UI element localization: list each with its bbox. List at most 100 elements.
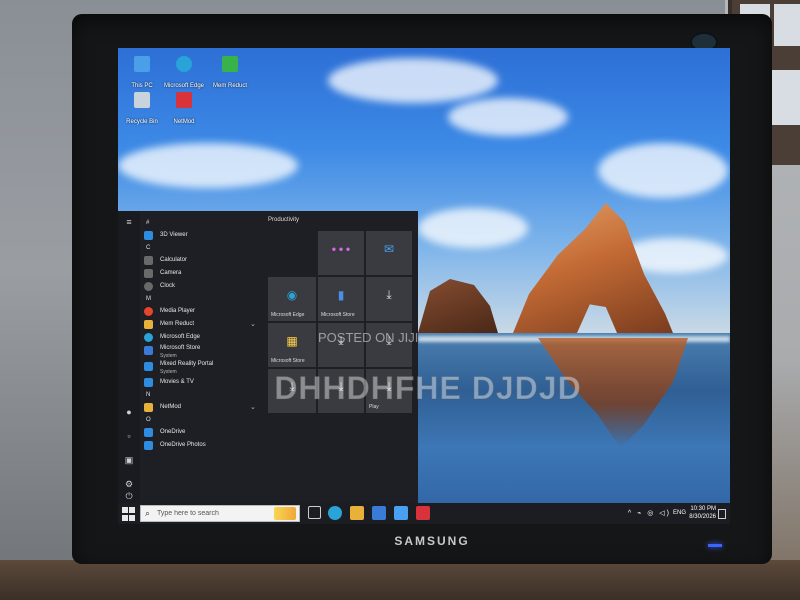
tray-icons[interactable]: ^ ⌁ ◎ ◁) — [628, 509, 671, 517]
app-label: Camera — [160, 270, 182, 276]
clock-date: 8/30/2026 — [689, 514, 716, 520]
clock-icon — [144, 282, 153, 291]
desktop-icon-label: Mem Reduct — [212, 83, 247, 89]
power-icon[interactable]: ⏻ — [124, 491, 134, 501]
edge-icon: ◉ — [286, 287, 298, 302]
clock[interactable]: 10:30 PM 8/30/2026 — [689, 505, 716, 521]
app-label: Calculator — [160, 257, 188, 263]
desktop-icon-label: NetMod — [173, 119, 195, 125]
notification-icon[interactable] — [718, 509, 726, 519]
app-item-onedrive-photos[interactable]: OneDrive Photos — [142, 439, 272, 452]
user-avatar-icon[interactable]: ● — [124, 407, 134, 417]
camera-icon — [144, 269, 153, 278]
pictures-icon[interactable]: ▣ — [124, 455, 134, 465]
clock-time: 10:30 PM — [690, 506, 716, 512]
mixed-reality-icon — [144, 362, 153, 371]
tile-microsoft-store-top[interactable]: ▮ Microsoft Store — [318, 277, 364, 321]
desktop-icon-label: Recycle Bin — [126, 119, 158, 125]
memreduct-icon — [222, 56, 238, 72]
mail-icon: ✉ — [383, 241, 395, 256]
edge-icon — [176, 56, 192, 72]
watermark: DHHDHFHE DJDJD — [274, 370, 582, 407]
mail-icon[interactable] — [394, 506, 408, 520]
app-item-camera[interactable]: Camera — [142, 267, 272, 280]
documents-icon[interactable]: ▫ — [124, 431, 134, 441]
photos-icon — [144, 441, 153, 450]
floor — [0, 560, 800, 600]
desktop-icon-netmod[interactable]: NetMod — [162, 92, 206, 128]
edge-icon[interactable] — [328, 506, 342, 520]
hamburger-menu-icon[interactable]: ≡ — [124, 217, 134, 227]
app-list: # 3D Viewer C Calculator Camera Clock M … — [142, 217, 272, 452]
app-sublabel: System — [160, 353, 177, 359]
desktop-icon-label: This PC — [131, 83, 153, 89]
app-item-onedrive[interactable]: OneDrive — [142, 426, 272, 439]
tile-mail[interactable]: ✉ — [366, 231, 412, 275]
desktop-icon-this-pc[interactable]: This PC — [120, 56, 164, 92]
tile-office-apps[interactable]: ● ● ● — [318, 231, 364, 275]
start-rail: ≡ ● ▫ ▣ ⚙ ⏻ — [118, 211, 140, 503]
tile-microsoft-store[interactable]: ▦ Microsoft Store — [268, 323, 316, 367]
store-icon — [144, 346, 153, 355]
section-letter[interactable]: C — [142, 242, 272, 254]
start-menu: ≡ ● ▫ ▣ ⚙ ⏻ # 3D Viewer C Calculator Cam… — [118, 211, 418, 503]
app-item-clock[interactable]: Clock — [142, 280, 272, 293]
folder-icon — [144, 320, 153, 329]
netmod-icon — [176, 92, 192, 108]
power-led — [708, 544, 722, 547]
folder-icon — [144, 403, 153, 412]
office-icons-tile: ● ● ● — [331, 244, 351, 254]
search-highlight-icon[interactable] — [274, 507, 296, 520]
tile-microsoft-edge[interactable]: ◉ Microsoft Edge — [268, 277, 316, 321]
app-label: Mem Reduct — [160, 321, 195, 327]
search-input[interactable] — [157, 508, 277, 519]
store-icon: ▮ — [337, 287, 345, 302]
app-label: Clock — [160, 283, 176, 289]
app-label: Microsoft Store — [160, 345, 201, 351]
tile-label: Microsoft Store — [271, 358, 305, 364]
tile-label: Microsoft Store — [321, 312, 355, 318]
taskbar-search[interactable]: ⌕ — [140, 505, 300, 522]
app-label: 3D Viewer — [160, 232, 188, 238]
start-button[interactable] — [122, 507, 136, 521]
desktop-icon-recycle-bin[interactable]: Recycle Bin — [120, 92, 164, 128]
app-item-mem-reduct[interactable]: Mem Reduct ⌄ — [142, 318, 272, 331]
section-letter[interactable]: M — [142, 293, 272, 305]
search-icon: ⌕ — [145, 508, 151, 518]
desktop-icon-mem-reduct[interactable]: Mem Reduct — [208, 56, 252, 92]
computer-icon — [134, 56, 150, 72]
cube-icon — [144, 231, 153, 240]
download-icon: ⤓ — [386, 287, 392, 302]
tiles-group-title[interactable]: Productivity — [268, 217, 299, 223]
section-letter[interactable]: O — [142, 414, 272, 426]
onedrive-icon — [144, 428, 153, 437]
app-item-calculator[interactable]: Calculator — [142, 254, 272, 267]
app-item-3d-viewer[interactable]: 3D Viewer — [142, 229, 272, 242]
app-item-media-player[interactable]: Media Player — [142, 305, 272, 318]
settings-gear-icon[interactable]: ⚙ — [124, 479, 134, 489]
section-letter[interactable]: # — [142, 217, 272, 229]
desktop-icon-edge[interactable]: Microsoft Edge — [162, 56, 206, 92]
app-label: OneDrive — [160, 429, 186, 435]
tile-download-1[interactable]: ⤓ — [366, 277, 412, 321]
movies-icon — [144, 378, 153, 387]
app-item-microsoft-store[interactable]: Microsoft Store System — [142, 344, 272, 360]
taskbar: ⌕ ^ ⌁ ◎ ◁) ENG 10:30 PM 8/30/2026 — [118, 503, 730, 524]
tile-label: Microsoft Edge — [271, 312, 305, 318]
file-explorer-icon[interactable] — [350, 506, 364, 520]
app-label: Media Player — [160, 308, 196, 314]
chevron-down-icon: ⌄ — [250, 321, 256, 328]
store-icon[interactable] — [372, 506, 386, 520]
app-item-microsoft-edge[interactable]: Microsoft Edge — [142, 331, 272, 344]
edge-icon — [144, 333, 153, 342]
screen: This PC Microsoft Edge Mem Reduct Recycl… — [118, 48, 730, 524]
netmod-icon[interactable] — [416, 506, 430, 520]
calculator-icon — [144, 256, 153, 265]
store-icon: ▦ — [286, 333, 298, 348]
task-view-icon[interactable] — [308, 506, 321, 519]
app-label: Microsoft Edge — [160, 334, 201, 340]
watermark-posted: POSTED ON JIJI — [318, 330, 419, 345]
language-indicator[interactable]: ENG — [673, 510, 686, 516]
app-label: OneDrive Photos — [160, 442, 206, 448]
monitor: This PC Microsoft Edge Mem Reduct Recycl… — [72, 14, 772, 564]
